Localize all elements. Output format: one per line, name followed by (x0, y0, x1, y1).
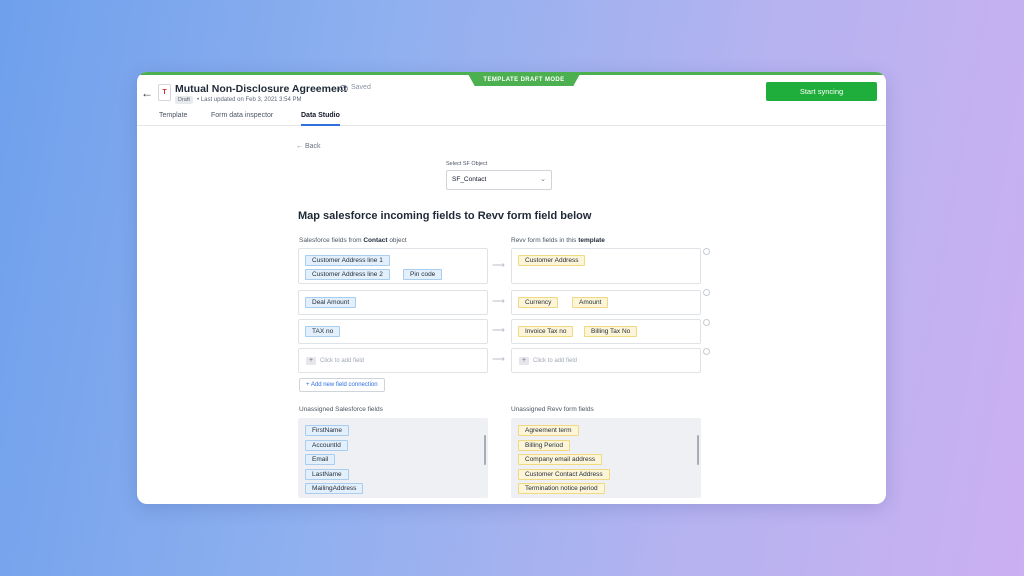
arrow-right-icon: ⟶ (492, 354, 505, 364)
revv-add-field[interactable]: + Click to add field (519, 357, 577, 365)
revv-mapping-box-1[interactable]: Customer Address (511, 248, 701, 284)
unassigned-revv-pool: Agreement term Billing Period Company em… (511, 418, 701, 498)
tab-template[interactable]: Template (159, 112, 187, 126)
template-draft-mode-badge: TEMPLATE DRAFT MODE (468, 74, 580, 86)
sf-field-chip[interactable]: Customer Address line 1 (305, 255, 390, 266)
revv-fields-column-label: Revv form fields in this template (511, 237, 605, 244)
unassigned-sf-chip[interactable]: FirstName (305, 425, 349, 436)
app-window: TEMPLATE DRAFT MODE ← T Mutual Non-Discl… (137, 72, 886, 504)
arrow-right-icon: ⟶ (492, 260, 505, 270)
unassigned-sf-chip[interactable]: Email (305, 454, 336, 465)
sf-mapping-box-2[interactable]: Deal Amount (298, 290, 488, 315)
remove-mapping-icon[interactable] (703, 348, 710, 355)
scrollbar[interactable] (484, 435, 486, 465)
saved-status: Saved (339, 84, 371, 91)
unassigned-revv-chip[interactable]: Customer Contact Address (518, 469, 610, 480)
cloud-icon (339, 84, 348, 91)
revv-field-chip[interactable]: Invoice Tax no (518, 326, 574, 337)
sf-field-chip[interactable]: Deal Amount (305, 297, 357, 308)
revv-field-chip[interactable]: Customer Address (518, 255, 586, 266)
sf-mapping-box-3[interactable]: TAX no (298, 319, 488, 344)
revv-field-chip[interactable]: Billing Tax No (584, 326, 638, 337)
unassigned-revv-chip[interactable]: Agreement term (518, 425, 579, 436)
plus-icon: + (306, 357, 316, 365)
remove-mapping-icon[interactable] (703, 289, 710, 296)
sf-mapping-box-1[interactable]: Customer Address line 1 Customer Address… (298, 248, 488, 284)
back-link[interactable]: ← Back (296, 143, 321, 150)
tab-bar: Template Form data inspector Data Studio (137, 110, 886, 126)
back-arrow-icon[interactable]: ← (141, 86, 153, 100)
sf-mapping-box-empty[interactable]: + Click to add field (298, 348, 488, 373)
sf-field-chip[interactable]: Customer Address line 2 (305, 269, 390, 280)
unassigned-revv-chip[interactable]: Company email address (518, 454, 603, 465)
unassigned-sf-pool: FirstName AccountId Email LastName Maili… (298, 418, 488, 498)
tab-form-data-inspector[interactable]: Form data inspector (211, 112, 273, 126)
sf-field-chip[interactable]: TAX no (305, 326, 341, 337)
unassigned-sf-label: Unassigned Salesforce fields (299, 406, 383, 413)
sf-field-chip[interactable]: Pin code (403, 269, 443, 280)
revv-field-chip[interactable]: Currency (518, 297, 559, 308)
unassigned-revv-chip[interactable]: Billing Period (518, 440, 570, 451)
remove-mapping-icon[interactable] (703, 248, 710, 255)
start-syncing-button[interactable]: Start syncing (766, 82, 877, 101)
chevron-down-icon: ⌄ (540, 176, 546, 183)
arrow-right-icon: ⟶ (492, 296, 505, 306)
sf-object-select[interactable]: SF_Contact ⌄ (446, 170, 552, 190)
sf-fields-column-label: Salesforce fields from Contact object (299, 237, 407, 244)
unassigned-revv-label: Unassigned Revv form fields (511, 406, 594, 413)
revv-mapping-box-3[interactable]: Invoice Tax no Billing Tax No (511, 319, 701, 344)
unassigned-sf-chip[interactable]: LastName (305, 469, 349, 480)
select-sf-object-label: Select SF Object (446, 161, 488, 167)
unassigned-sf-chip[interactable]: AccountId (305, 440, 348, 451)
tab-data-studio[interactable]: Data Studio (301, 112, 340, 126)
add-field-connection-button[interactable]: + Add new field connection (299, 378, 385, 392)
remove-mapping-icon[interactable] (703, 319, 710, 326)
revv-mapping-box-empty[interactable]: + Click to add field (511, 348, 701, 373)
plus-icon: + (519, 357, 529, 365)
document-title: Mutual Non-Disclosure Agreement (175, 83, 347, 95)
last-updated-text: • Last updated on Feb 3, 2021 3:54 PM (197, 97, 302, 103)
scrollbar[interactable] (697, 435, 699, 465)
unassigned-revv-chip[interactable]: Termination notice period (518, 483, 605, 494)
sf-object-select-value: SF_Contact (452, 176, 487, 183)
saved-label: Saved (351, 84, 371, 91)
back-icon: ← (296, 143, 303, 150)
revv-mapping-box-2[interactable]: Currency Amount (511, 290, 701, 315)
page-heading: Map salesforce incoming fields to Revv f… (298, 210, 592, 222)
unassigned-sf-chip[interactable]: MailingAddress (305, 483, 364, 494)
arrow-right-icon: ⟶ (492, 325, 505, 335)
sf-add-field[interactable]: + Click to add field (306, 357, 364, 365)
document-icon: T (158, 84, 171, 101)
plus-icon: + (306, 382, 310, 388)
draft-badge: Draft (175, 96, 193, 104)
revv-field-chip[interactable]: Amount (572, 297, 609, 308)
